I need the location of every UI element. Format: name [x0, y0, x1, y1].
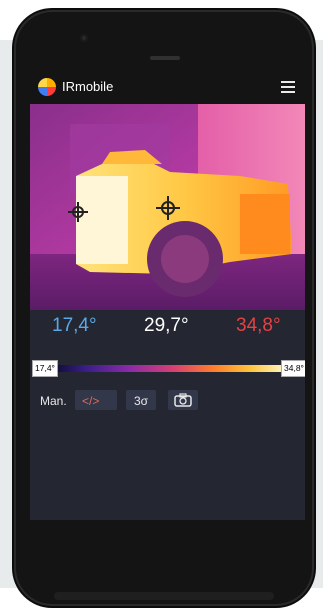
- app-bar: IRmobile: [30, 70, 305, 104]
- bottom-toolbar: Man. </> 3σ: [30, 388, 305, 414]
- sigma-button-label: 3σ: [134, 394, 149, 408]
- hamburger-menu-icon[interactable]: [281, 81, 295, 93]
- app-screen: IRmobile 17,4° 29,7° 34,8° 17,4° 34,8° M…: [30, 70, 305, 520]
- max-temperature: 34,8°: [236, 315, 281, 336]
- color-scale: 17,4° 34,8°: [30, 356, 305, 382]
- mode-manual-button[interactable]: Man.: [40, 394, 67, 408]
- front-camera: [80, 34, 88, 42]
- camera-icon: [174, 393, 192, 407]
- temperature-readouts: 17,4° 29,7° 34,8°: [30, 310, 305, 350]
- thermal-image-svg: [30, 104, 305, 310]
- irmobile-logo-icon: [38, 78, 56, 96]
- color-scale-gradient: [52, 365, 284, 372]
- scale-max-handle[interactable]: 34,8°: [281, 360, 305, 377]
- earpiece: [150, 56, 180, 60]
- phone-bottom-edge: [54, 592, 274, 600]
- range-button-label: </>: [82, 394, 100, 408]
- center-temperature: 29,7°: [144, 315, 189, 336]
- thermal-image[interactable]: [30, 104, 305, 310]
- app-title: IRmobile: [62, 79, 114, 94]
- min-temperature: 17,4°: [52, 315, 97, 336]
- scale-min-handle[interactable]: 17,4°: [32, 360, 58, 377]
